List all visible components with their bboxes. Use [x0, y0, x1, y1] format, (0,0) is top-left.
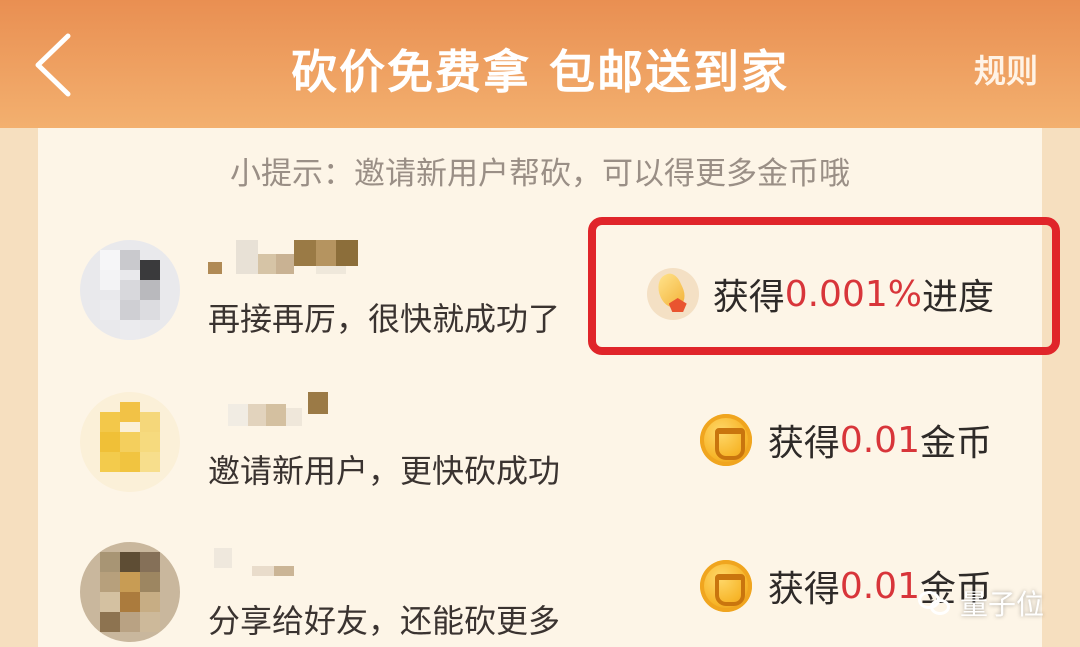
reward-info: 获得 0.01 金币	[699, 414, 992, 466]
coin-icon	[699, 560, 752, 612]
tip-text: 小提示：邀请新用户帮砍，可以得更多金币哦	[230, 156, 850, 192]
watermark: 量子位	[917, 583, 1044, 623]
wechat-icon	[917, 589, 952, 617]
avatar	[80, 542, 180, 642]
avatar	[80, 240, 180, 340]
reward-prefix: 获得	[767, 423, 840, 464]
reward-suffix: 金币	[919, 423, 992, 464]
row-message: 分享给好友，还能砍更多	[208, 602, 561, 640]
highlight-annotation	[588, 217, 1060, 355]
username-blurred	[208, 542, 368, 576]
page-title: 砍价免费拿 包邮送到家	[290, 45, 789, 99]
coin-icon	[699, 414, 752, 466]
watermark-text: 量子位	[959, 588, 1044, 621]
username-blurred	[208, 392, 368, 426]
reward-value: 0.01	[839, 565, 920, 607]
rules-link[interactable]: 规则	[974, 46, 1038, 92]
reward-prefix: 获得	[767, 569, 840, 610]
username-blurred	[208, 240, 368, 274]
helper-row: 邀请新用户，更快砍成功 获得 0.01 金币	[0, 384, 1080, 504]
avatar	[80, 392, 180, 492]
row-message: 邀请新用户，更快砍成功	[208, 452, 561, 490]
header-bar: 砍价免费拿 包邮送到家 规则	[0, 0, 1080, 128]
reward-value: 0.01	[839, 419, 920, 461]
row-message: 再接再厉，很快就成功了	[208, 300, 561, 338]
